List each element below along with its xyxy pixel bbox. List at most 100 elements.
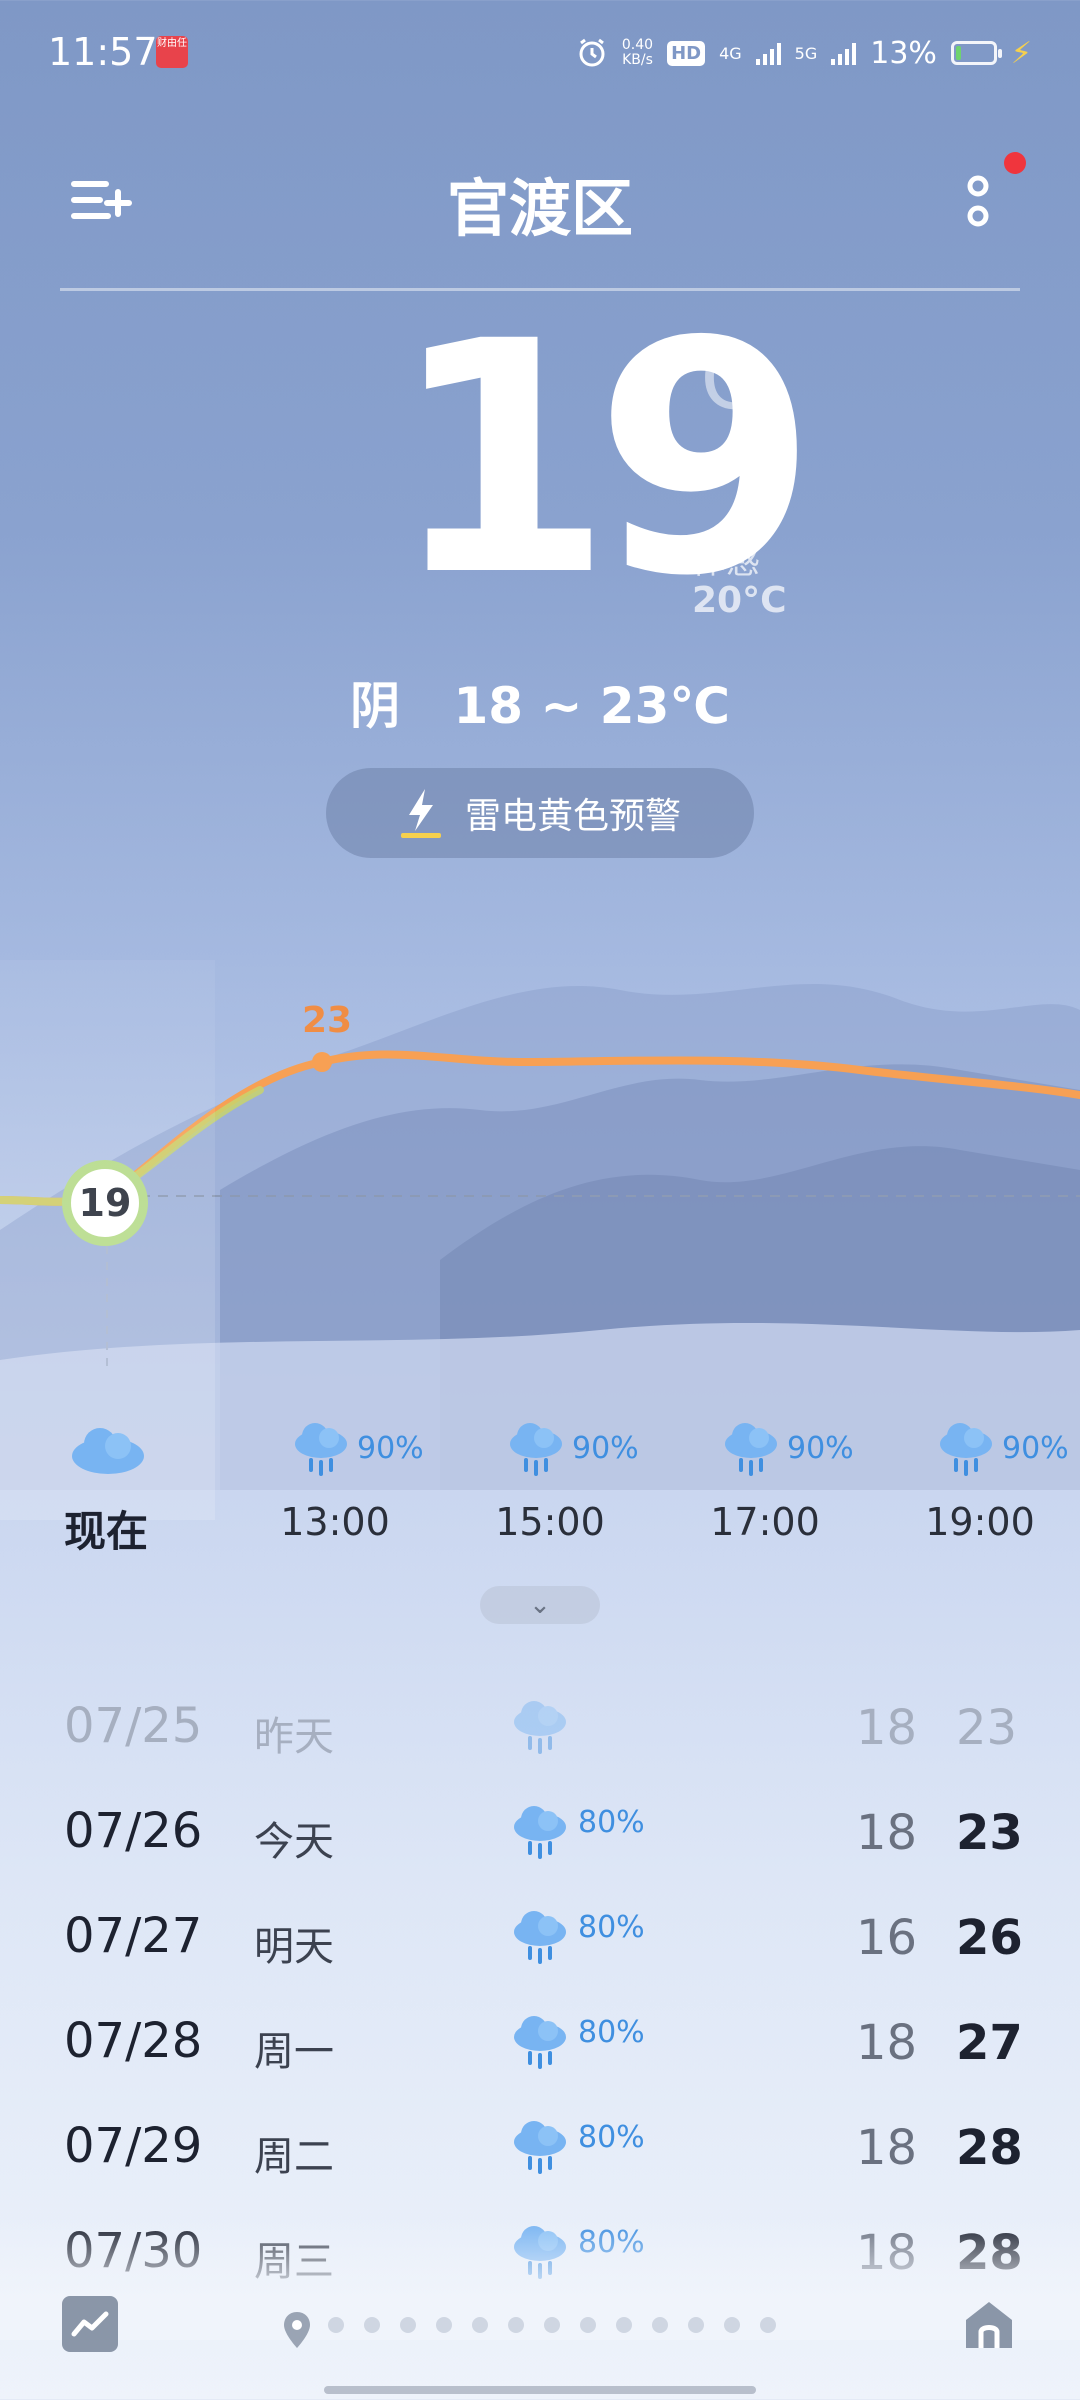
feels-like-value: 20°C bbox=[692, 580, 787, 621]
daily-date: 07/29 bbox=[64, 2118, 203, 2174]
daily-day: 昨天 bbox=[254, 1714, 334, 1760]
daily-date: 07/27 bbox=[64, 1908, 203, 1964]
daily-row[interactable]: 07/28 周一 80% 18 27 bbox=[0, 2003, 1080, 2108]
weather-warning-button[interactable]: 雷电黄色预警 bbox=[326, 768, 754, 858]
hourly-time: 13:00 bbox=[280, 1500, 390, 1544]
hourly-item: 90% bbox=[723, 1418, 883, 1478]
page-dot[interactable] bbox=[580, 2317, 596, 2333]
trend-button[interactable] bbox=[62, 2296, 118, 2352]
rain-icon bbox=[514, 1911, 566, 1964]
daily-low: 16 bbox=[856, 1910, 918, 1966]
daily-precip: 80% bbox=[578, 2015, 645, 2050]
page-dot[interactable] bbox=[472, 2317, 488, 2333]
daily-row[interactable]: 07/25 昨天 18 23 bbox=[0, 1688, 1080, 1793]
home-button[interactable] bbox=[960, 2296, 1018, 2354]
hourly-precip: 90% bbox=[787, 1430, 854, 1466]
condition-row: 阴 18 ~ 23℃ bbox=[0, 666, 1080, 738]
rain-icon bbox=[295, 1423, 347, 1476]
alarm-icon bbox=[579, 38, 605, 67]
hourly-item: 90% bbox=[508, 1418, 668, 1478]
hourly-item: 90% bbox=[293, 1418, 453, 1478]
hourly-time: 19:00 bbox=[925, 1500, 1035, 1544]
page-dot[interactable] bbox=[364, 2317, 380, 2333]
rain-icon bbox=[514, 1701, 566, 1754]
rain-icon bbox=[940, 1423, 992, 1476]
daily-day: 明天 bbox=[254, 1924, 334, 1970]
daily-day: 今天 bbox=[254, 1819, 334, 1865]
hourly-precip: 90% bbox=[572, 1430, 639, 1466]
daily-day: 周二 bbox=[254, 2134, 334, 2180]
rain-icon bbox=[725, 1423, 777, 1476]
battery-icon bbox=[950, 41, 1002, 65]
page-dot[interactable] bbox=[544, 2317, 560, 2333]
expand-button[interactable]: ⌄ bbox=[480, 1586, 600, 1624]
notification-dot bbox=[1004, 152, 1026, 174]
page-dot[interactable] bbox=[652, 2317, 668, 2333]
daily-high: 26 bbox=[956, 1910, 1023, 1966]
chevron-down-icon: ⌄ bbox=[529, 1590, 551, 1620]
page-dot[interactable] bbox=[688, 2317, 704, 2333]
feels-like-label: 体感 bbox=[692, 542, 760, 582]
status-icons: 0.40 KB/s HD 4G 5G 13% ⚡ bbox=[576, 28, 1032, 78]
page-dot[interactable] bbox=[616, 2317, 632, 2333]
signal-icon bbox=[755, 41, 781, 65]
page-dot[interactable] bbox=[760, 2317, 776, 2333]
temperature-unit: ℃ bbox=[666, 330, 761, 428]
gesture-bar[interactable] bbox=[324, 2386, 756, 2394]
app-notification-icon: 财由任 bbox=[156, 36, 188, 68]
rain-icon bbox=[510, 1423, 562, 1476]
hourly-precip: 90% bbox=[357, 1430, 424, 1466]
network-4g-label: 4G bbox=[719, 43, 742, 63]
status-time: 11:57 bbox=[48, 30, 158, 74]
daily-row[interactable]: 07/26 今天 80% 18 23 bbox=[0, 1793, 1080, 1898]
city-title[interactable]: 官渡区 bbox=[0, 158, 1080, 248]
lightning-warning-icon bbox=[399, 787, 443, 839]
cloudy-icon bbox=[68, 1420, 148, 1480]
now-label: 现在 bbox=[64, 1507, 149, 1556]
location-pin-icon[interactable] bbox=[282, 2310, 312, 2354]
hourly-time: 15:00 bbox=[495, 1500, 605, 1544]
daily-low: 18 bbox=[856, 2120, 918, 2176]
peak-temp-label: 23 bbox=[302, 1000, 353, 1041]
temperature-range: 18 ~ 23℃ bbox=[453, 677, 730, 735]
page-dot[interactable] bbox=[328, 2317, 344, 2333]
daily-low: 18 bbox=[856, 1700, 918, 1756]
battery-percent: 13% bbox=[870, 35, 937, 71]
network-5g-label: 5G bbox=[794, 43, 818, 63]
daily-high: 27 bbox=[956, 2015, 1023, 2071]
hourly-time: 17:00 bbox=[710, 1500, 820, 1544]
page-dot[interactable] bbox=[724, 2317, 740, 2333]
more-icon bbox=[967, 175, 989, 227]
daily-row[interactable]: 07/27 明天 80% 16 26 bbox=[0, 1898, 1080, 2003]
hd-voice-icon: HD bbox=[667, 40, 706, 66]
daily-precip: 80% bbox=[578, 2120, 645, 2155]
daily-high: 28 bbox=[956, 2120, 1023, 2176]
page-dot[interactable] bbox=[508, 2317, 524, 2333]
rain-icon bbox=[514, 2016, 566, 2069]
trend-chart-icon bbox=[71, 2311, 109, 2337]
daily-date: 07/25 bbox=[64, 1698, 203, 1754]
net-speed: 0.40 KB/s bbox=[621, 37, 654, 68]
daily-row[interactable]: 07/29 周二 80% 18 28 bbox=[0, 2108, 1080, 2213]
condition-text: 阴 bbox=[350, 677, 401, 735]
charging-icon: ⚡ bbox=[1010, 35, 1032, 71]
home-icon bbox=[966, 2302, 1012, 2348]
daily-low: 18 bbox=[856, 2015, 918, 2071]
page-dot[interactable] bbox=[436, 2317, 452, 2333]
signal-icon-2 bbox=[831, 41, 857, 65]
daily-date: 07/28 bbox=[64, 2013, 203, 2069]
rain-icon bbox=[514, 2121, 566, 2174]
daily-day: 周一 bbox=[254, 2029, 334, 2075]
hourly-precip: 90% bbox=[1002, 1430, 1069, 1466]
hourly-item: 90% bbox=[938, 1418, 1080, 1478]
rain-icon bbox=[514, 1806, 566, 1859]
more-button[interactable] bbox=[950, 164, 1010, 244]
daily-high: 23 bbox=[956, 1700, 1018, 1756]
daily-precip: 80% bbox=[578, 1805, 645, 1840]
page-dot[interactable] bbox=[400, 2317, 416, 2333]
daily-date: 07/26 bbox=[64, 1803, 203, 1859]
daily-low: 18 bbox=[856, 1805, 918, 1861]
page-indicator[interactable] bbox=[328, 2317, 776, 2333]
daily-high: 23 bbox=[956, 1805, 1023, 1861]
daily-precip: 80% bbox=[578, 1910, 645, 1945]
